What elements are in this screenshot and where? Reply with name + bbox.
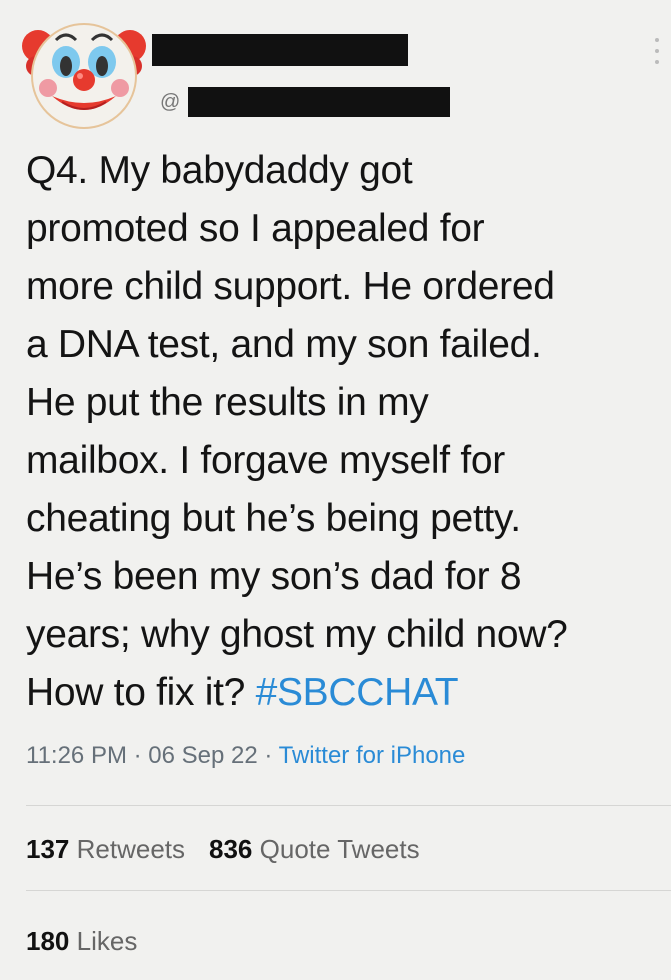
handle-row: @ xyxy=(160,86,451,118)
retweets-label: Retweets xyxy=(76,834,186,864)
meta-separator-2: · xyxy=(257,742,279,769)
quote-tweets-label: Quote Tweets xyxy=(259,834,420,864)
likes-label: Likes xyxy=(76,926,138,956)
tweet-text: Q4. My babydaddy got promoted so I appea… xyxy=(26,142,666,722)
likes-link[interactable]: 180 Likes xyxy=(26,926,137,956)
avatar-clown-icon[interactable] xyxy=(22,12,146,136)
tweet-meta: 11:26 PM · 06 Sep 22 · Twitter for iPhon… xyxy=(26,742,465,770)
likes-count: 180 xyxy=(26,926,70,956)
redacted-handle xyxy=(188,87,451,117)
more-options-icon[interactable] xyxy=(654,38,660,64)
redacted-display-name xyxy=(152,34,408,66)
tweet-body: Q4. My babydaddy got promoted so I appea… xyxy=(26,149,568,714)
meta-separator-1: · xyxy=(126,742,149,769)
divider-middle xyxy=(26,890,671,891)
likes-stats: 180 Likes xyxy=(26,926,137,957)
handle-at-sign: @ xyxy=(160,90,181,113)
tweet-time[interactable]: 11:26 PM xyxy=(26,742,127,769)
quote-tweets-link[interactable]: 836 Quote Tweets xyxy=(209,834,420,864)
retweets-count: 137 xyxy=(26,834,70,864)
quote-tweets-count: 836 xyxy=(209,834,253,864)
divider-top xyxy=(26,805,671,806)
tweet-date[interactable]: 06 Sep 22 xyxy=(148,742,257,769)
retweet-quote-stats: 137 Retweets 836 Quote Tweets xyxy=(26,834,420,865)
retweets-link[interactable]: 137 Retweets xyxy=(26,834,185,864)
tweet-source-link[interactable]: Twitter for iPhone xyxy=(279,742,466,769)
hashtag-link[interactable]: #SBCCHAT xyxy=(256,671,459,714)
